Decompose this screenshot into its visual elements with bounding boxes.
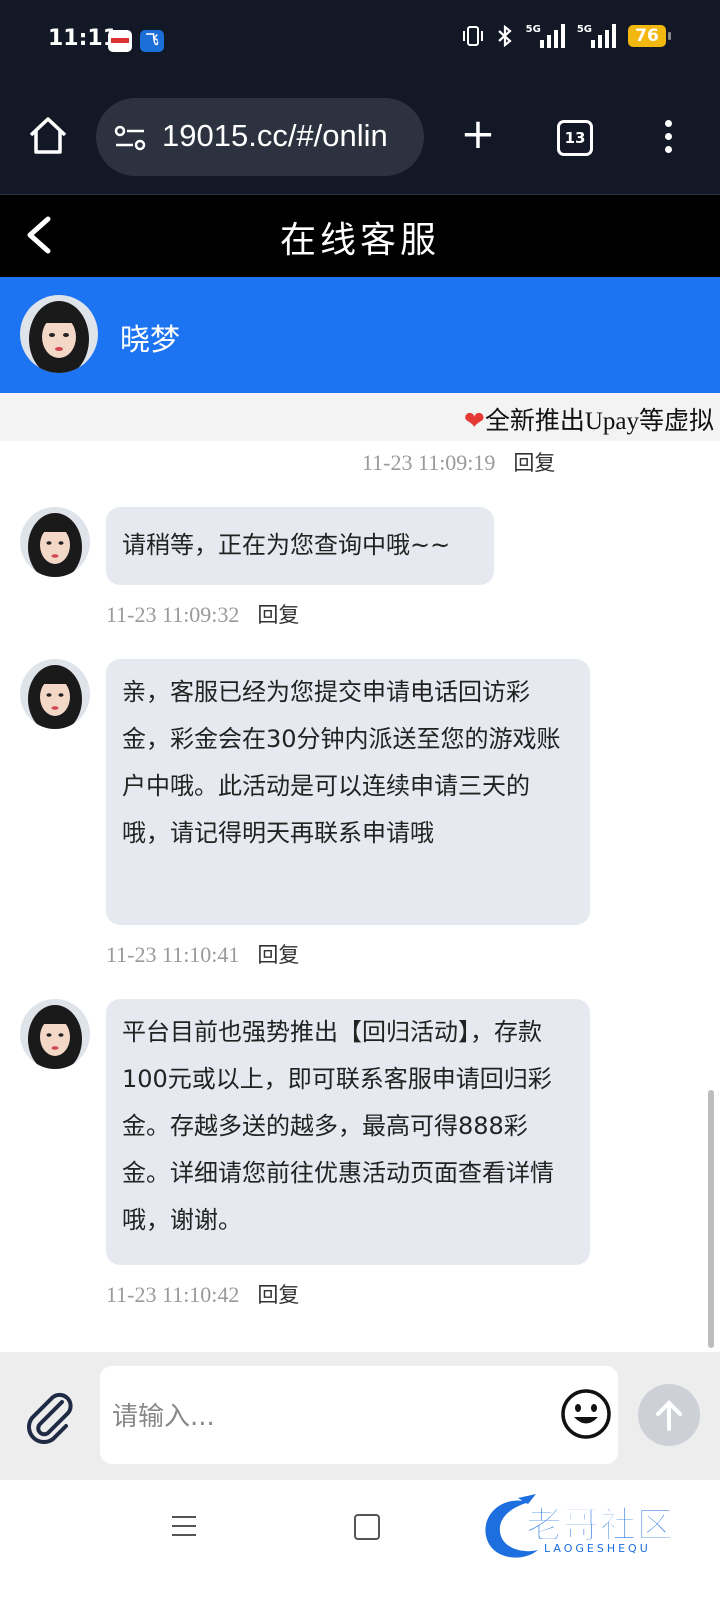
app-notification-icon: 飞 <box>140 30 164 52</box>
marquee-content: ❤全新推出Upay等虚拟 <box>464 401 714 437</box>
watermark-subtitle: LAOGESHEQU <box>544 1542 651 1555</box>
tab-switcher-button[interactable]: 13 <box>557 120 593 156</box>
agent-avatar <box>20 999 90 1069</box>
reply-button[interactable]: 回复 <box>257 943 299 967</box>
message-time: 11-23 11:10:42 <box>106 1282 240 1307</box>
reply-button[interactable]: 回复 <box>257 603 299 627</box>
reply-button[interactable]: 回复 <box>257 1283 299 1307</box>
page-header: 在线客服 <box>0 195 720 277</box>
watermark-title: 老哥社区 <box>525 1504 675 1546</box>
message-bubble: 亲，客服已经为您提交申请电话回访彩金，彩金会在30分钟内派送至您的游戏账户中哦。… <box>106 659 590 925</box>
agent-bar: 晓梦 <box>0 277 720 393</box>
agent-avatar <box>20 659 90 729</box>
message-meta: 11-23 11:09:32 回复 <box>106 599 299 629</box>
status-bar: 11:11 飞 5G 5G 76 <box>0 0 720 84</box>
heart-icon: ❤ <box>463 408 485 435</box>
vibrate-icon <box>462 26 483 46</box>
message-bubble: 请稍等，正在为您查询中哦~~ <box>106 507 494 585</box>
recent-apps-icon[interactable] <box>172 1514 196 1538</box>
message-time: 11-23 11:09:32 <box>106 602 240 627</box>
message-bubble: 平台目前也强势推出【回归活动】，存款100元或以上，即可联系客服申请回归彩金。存… <box>106 999 590 1265</box>
announcement-marquee: ❤全新推出Upay等虚拟 <box>0 393 720 441</box>
system-nav-bar: 老哥社区 LAOGESHEQU <box>0 1482 720 1604</box>
marquee-text: 全新推出Upay等虚拟 <box>484 408 714 435</box>
network-type-label: 5G <box>525 24 541 35</box>
status-icons: 5G 5G 76 <box>462 24 671 48</box>
reply-button[interactable]: 回复 <box>513 451 555 475</box>
message-time: 11-23 11:10:41 <box>106 942 240 967</box>
browser-toolbar: 19015.cc/#/onlin + 13 <box>0 84 720 195</box>
battery-icon: 76 <box>628 25 671 47</box>
signal-2-icon: 5G <box>577 24 616 48</box>
bluetooth-icon <box>497 24 512 48</box>
input-bar: 请输入... <box>0 1352 720 1480</box>
page-title: 在线客服 <box>279 220 440 261</box>
address-bar[interactable]: 19015.cc/#/onlin <box>96 98 424 176</box>
scrollbar[interactable] <box>708 1090 714 1348</box>
network-type-label: 5G <box>576 24 592 35</box>
message-input[interactable]: 请输入... <box>100 1366 618 1464</box>
agent-avatar <box>20 295 98 373</box>
watermark-logo: 老哥社区 LAOGESHEQU <box>478 1490 712 1566</box>
back-arrow-icon[interactable] <box>18 213 62 257</box>
agent-name: 晓梦 <box>120 323 180 358</box>
message-meta: 11-23 11:10:41 回复 <box>106 939 299 969</box>
app-notification-icon <box>108 30 132 52</box>
signal-1-icon: 5G <box>526 24 565 48</box>
message-meta: 11-23 11:10:42 回复 <box>106 1279 299 1309</box>
nav-home-icon[interactable] <box>354 1514 380 1540</box>
agent-avatar <box>20 507 90 577</box>
new-tab-button[interactable]: + <box>458 113 498 155</box>
emoji-icon[interactable] <box>560 1388 612 1440</box>
send-button[interactable] <box>638 1384 700 1446</box>
chat-list: 11-23 11:09:19 回复 请稍等，正在为您查询中哦~~ 11-23 11… <box>0 441 720 1381</box>
url-text[interactable]: 19015.cc/#/onlin <box>162 118 388 154</box>
message-meta: 11-23 11:09:19 回复 <box>362 447 555 477</box>
message-time: 11-23 11:09:19 <box>362 450 496 475</box>
paperclip-icon[interactable] <box>22 1388 78 1444</box>
arrow-up-icon <box>656 1400 682 1431</box>
home-icon[interactable] <box>26 114 70 158</box>
input-placeholder[interactable]: 请输入... <box>112 1396 215 1433</box>
site-settings-icon[interactable] <box>114 124 146 152</box>
more-menu-icon[interactable] <box>664 120 674 160</box>
